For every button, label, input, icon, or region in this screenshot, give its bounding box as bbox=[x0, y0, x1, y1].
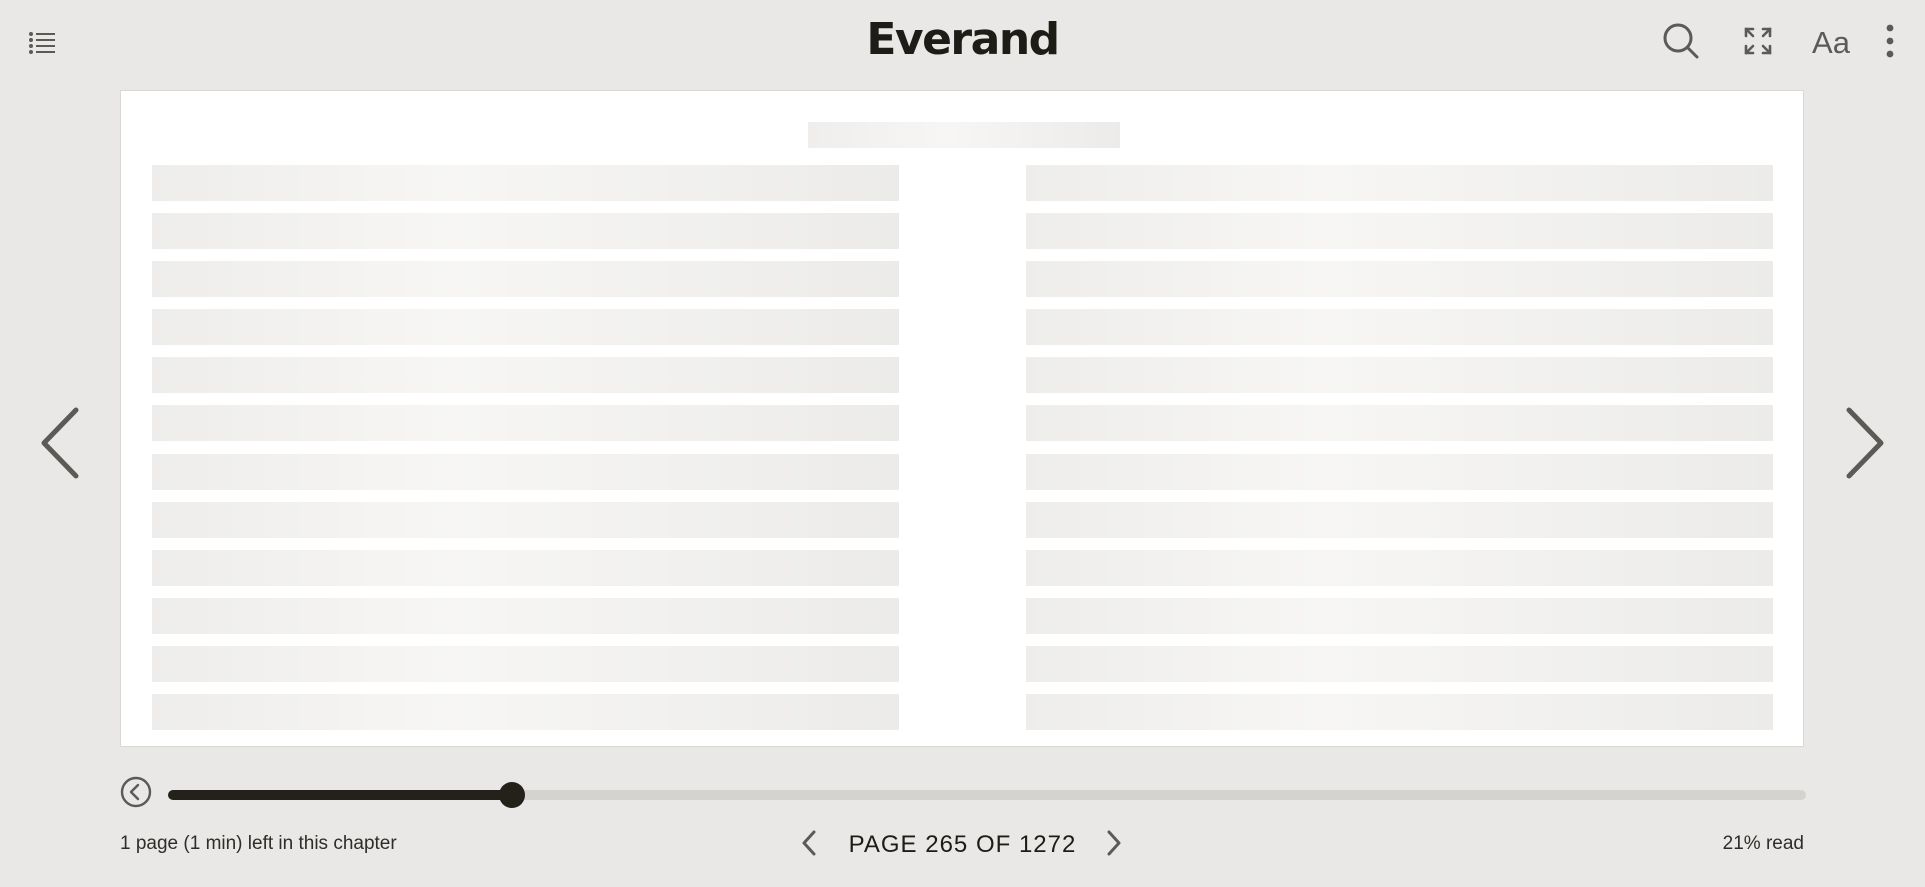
text-line-placeholder bbox=[152, 357, 899, 394]
text-line-placeholder bbox=[1026, 165, 1773, 201]
text-line-placeholder bbox=[152, 501, 899, 538]
chevron-left-icon bbox=[801, 830, 817, 861]
reading-progress bbox=[120, 776, 1808, 812]
previous-page-arrow[interactable] bbox=[30, 405, 90, 485]
text-line-placeholder bbox=[152, 694, 899, 731]
text-line-placeholder bbox=[1026, 405, 1773, 442]
more-vertical-icon bbox=[1885, 24, 1895, 63]
text-line-placeholder bbox=[1026, 453, 1773, 490]
page-title-placeholder bbox=[808, 122, 1120, 148]
fullscreen-icon bbox=[1744, 27, 1772, 60]
chapter-remaining-text: 1 page (1 min) left in this chapter bbox=[120, 833, 397, 854]
everand-logo: Everand bbox=[866, 14, 1060, 65]
pager-previous-button[interactable] bbox=[795, 829, 823, 861]
book-page-spread bbox=[120, 90, 1804, 747]
font-settings-icon: Aa bbox=[1812, 25, 1850, 60]
more-options-button[interactable] bbox=[1867, 20, 1913, 66]
top-toolbar: Everand Aa bbox=[0, 0, 1925, 90]
search-icon bbox=[1661, 21, 1701, 66]
text-line-placeholder bbox=[152, 405, 899, 442]
text-line-placeholder bbox=[152, 645, 899, 682]
chevron-right-icon bbox=[1106, 830, 1122, 861]
text-line-placeholder bbox=[1026, 501, 1773, 538]
text-line-placeholder bbox=[1026, 694, 1773, 731]
chevron-right-icon bbox=[1843, 406, 1887, 485]
percent-read-label: 21% read bbox=[1722, 833, 1804, 854]
jump-back-button[interactable] bbox=[120, 776, 152, 808]
progress-slider[interactable] bbox=[168, 782, 1806, 808]
text-line-placeholder bbox=[152, 261, 899, 298]
text-line-placeholder bbox=[152, 165, 899, 201]
text-line-placeholder bbox=[1026, 645, 1773, 682]
text-line-placeholder bbox=[152, 213, 899, 250]
text-line-placeholder bbox=[1026, 309, 1773, 346]
text-line-placeholder bbox=[1026, 213, 1773, 250]
text-line-placeholder bbox=[1026, 549, 1773, 586]
back-circle-icon bbox=[120, 776, 152, 812]
text-line-placeholder bbox=[1026, 261, 1773, 298]
search-button[interactable] bbox=[1658, 20, 1704, 66]
pager-next-button[interactable] bbox=[1100, 829, 1128, 861]
text-line-placeholder bbox=[152, 597, 899, 634]
progress-handle[interactable] bbox=[498, 782, 525, 808]
reader-footer: 1 page (1 min) left in this chapter PAGE… bbox=[120, 825, 1804, 865]
font-settings-button[interactable]: Aa bbox=[1808, 20, 1854, 66]
text-line-placeholder bbox=[152, 309, 899, 346]
left-column-placeholder bbox=[152, 165, 899, 742]
fullscreen-button[interactable] bbox=[1735, 20, 1781, 66]
text-line-placeholder bbox=[152, 453, 899, 490]
text-line-placeholder bbox=[1026, 597, 1773, 634]
text-line-placeholder bbox=[1026, 357, 1773, 394]
progress-fill bbox=[168, 790, 512, 800]
chevron-left-icon bbox=[38, 406, 82, 485]
text-line-placeholder bbox=[152, 549, 899, 586]
right-column-placeholder bbox=[1026, 165, 1773, 742]
page-number-label: PAGE 265 OF 1272 bbox=[848, 831, 1077, 858]
next-page-arrow[interactable] bbox=[1835, 405, 1895, 485]
